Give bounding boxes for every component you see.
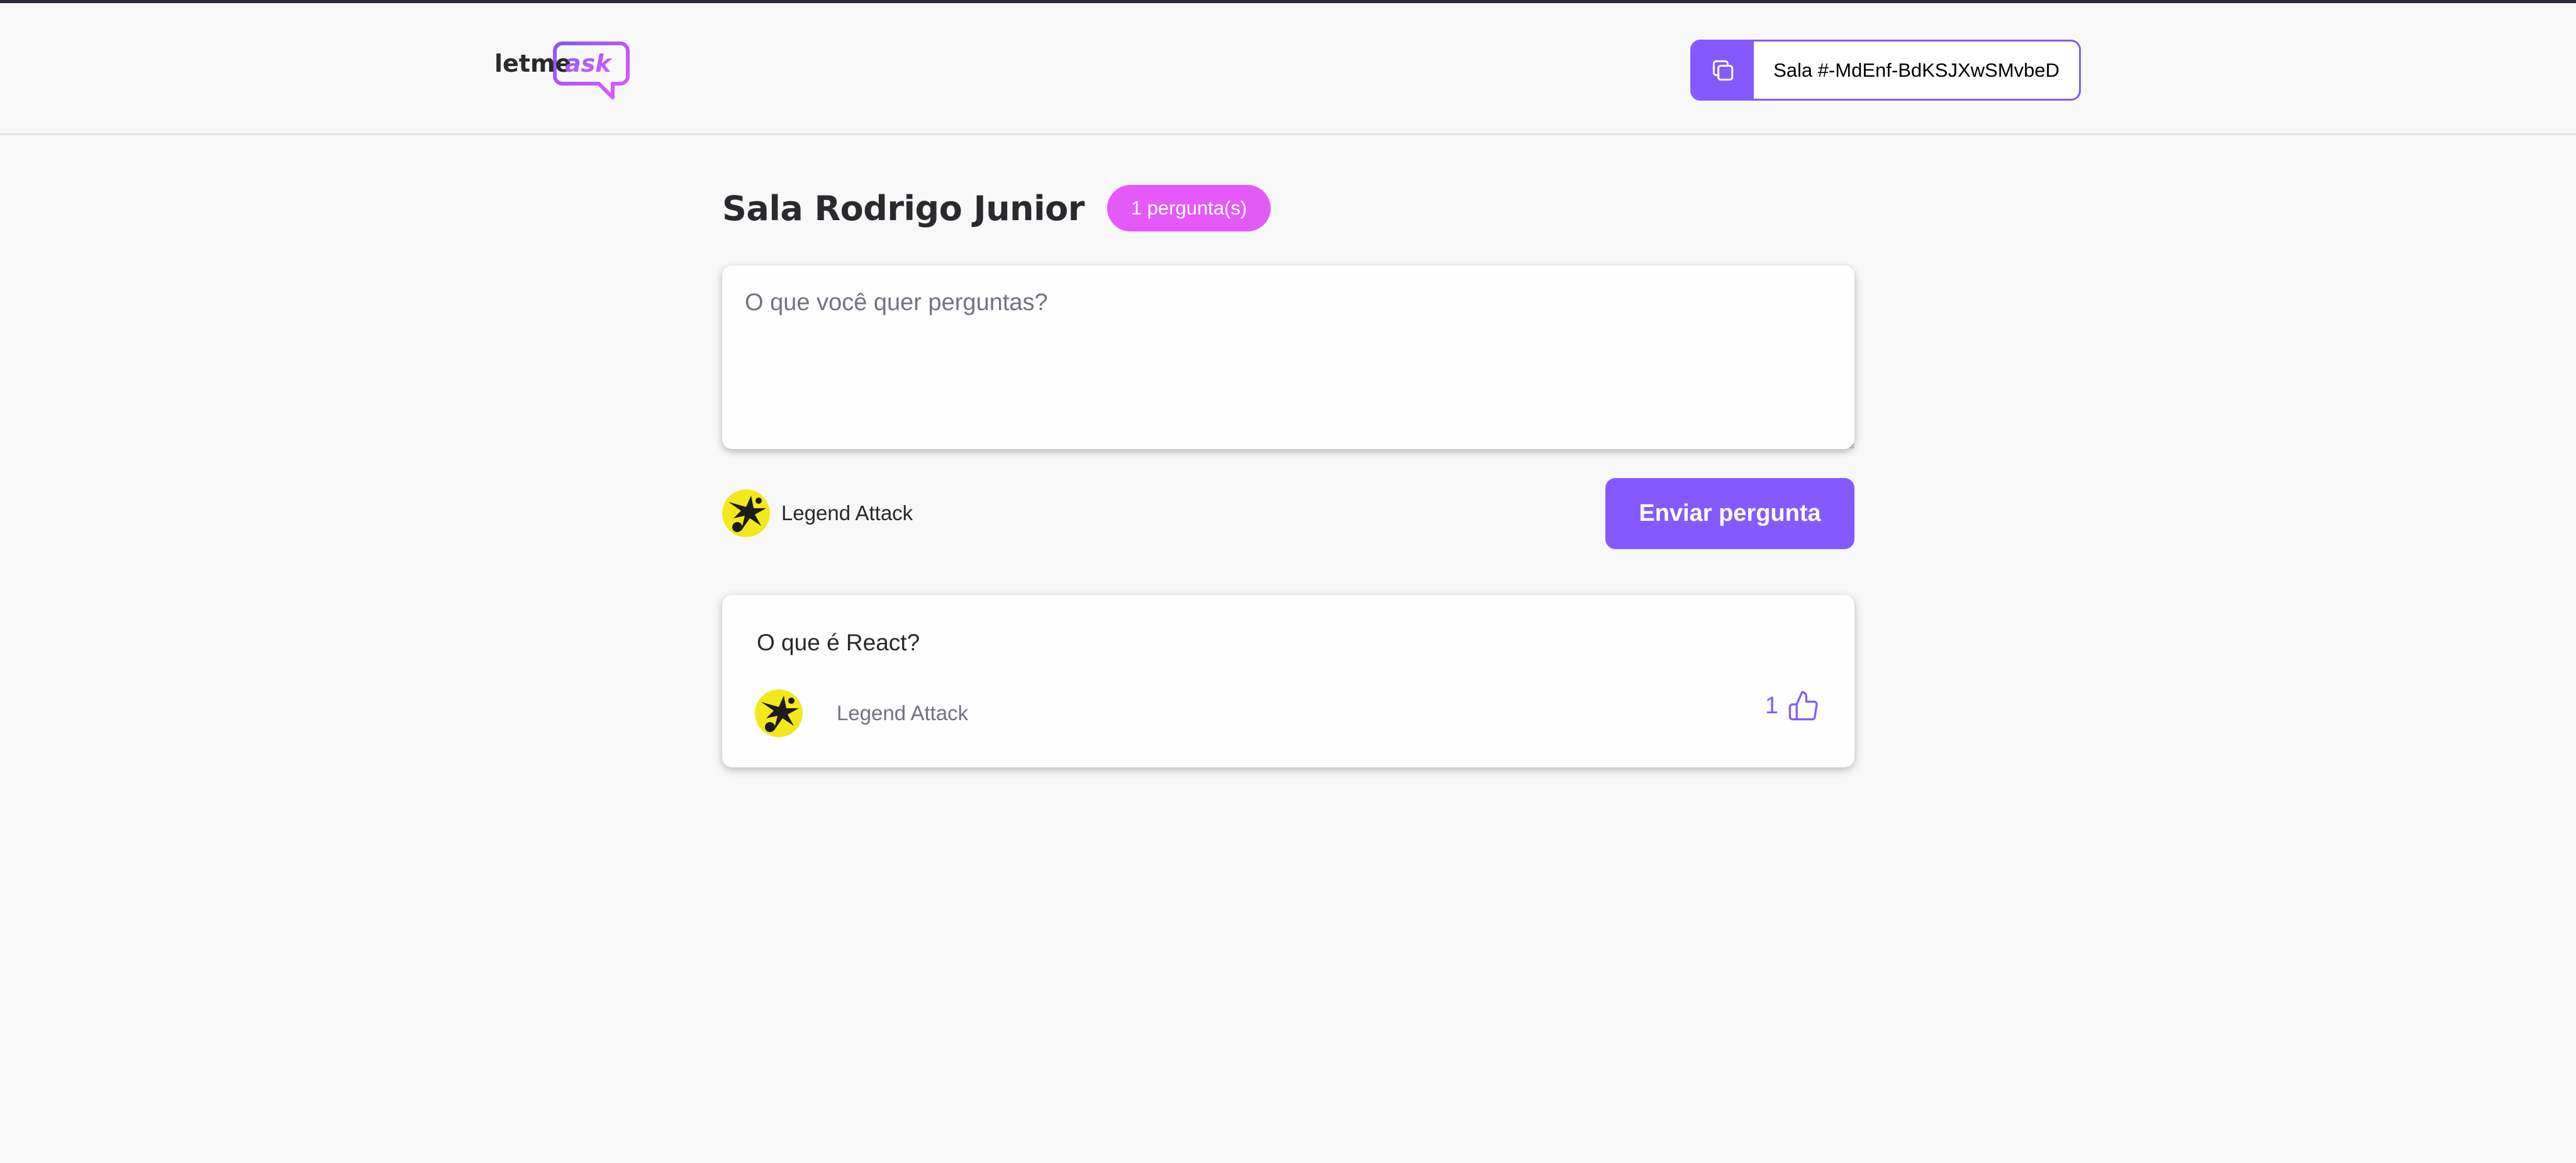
question-count-badge: 1 pergunta(s) — [1107, 185, 1271, 231]
logo-text-accent: ask — [565, 50, 613, 77]
question-author: Legend Attack — [755, 689, 968, 737]
page-header: letme ask Sala #-MdEnf-BdKSJXwSMvbeD — [0, 3, 2576, 135]
question-card: O que é React? Legend Attack 1 — [722, 595, 1854, 767]
room-title: Sala Rodrigo Junior — [722, 188, 1084, 228]
logo-text-main: letme — [494, 50, 571, 77]
like-button[interactable]: 1 — [1765, 689, 1820, 722]
room-code-text: Sala #-MdEnf-BdKSJXwSMvbeD — [1773, 59, 2060, 81]
question-input[interactable] — [722, 265, 1854, 449]
author-name: Legend Attack — [837, 701, 969, 725]
room-title-row: Sala Rodrigo Junior 1 pergunta(s) — [722, 183, 1271, 233]
copy-room-code-button[interactable]: Sala #-MdEnf-BdKSJXwSMvbeD — [1690, 40, 2081, 101]
user-avatar — [722, 489, 770, 537]
like-icon — [1788, 691, 1818, 721]
question-form-footer: Legend Attack Enviar pergunta — [722, 478, 1854, 549]
question-content: O que é React? — [757, 630, 920, 655]
copy-icon — [1712, 60, 1734, 81]
copy-icon-box[interactable] — [1692, 42, 1754, 99]
send-question-button[interactable]: Enviar pergunta — [1605, 478, 1854, 549]
author-avatar — [755, 689, 803, 737]
user-name: Legend Attack — [781, 501, 913, 525]
like-count: 1 — [1765, 692, 1778, 719]
user-info: Legend Attack — [722, 489, 913, 537]
letmeask-logo[interactable]: letme ask — [494, 36, 633, 105]
